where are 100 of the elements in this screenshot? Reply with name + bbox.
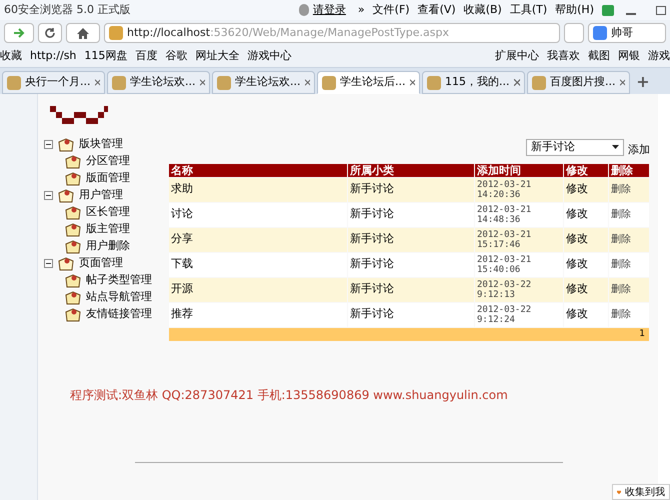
category-select[interactable]: 新手讨论: [526, 138, 624, 156]
refresh-icon: [44, 27, 56, 39]
menu-item[interactable]: 文件(F): [372, 2, 410, 18]
close-icon[interactable]: [514, 79, 520, 86]
bookmark-item[interactable]: 谷歌: [165, 48, 188, 65]
collapse-icon[interactable]: [44, 191, 53, 200]
tree-item[interactable]: 版面管理: [86, 170, 130, 187]
menu-item[interactable]: 帮助(H): [555, 2, 594, 18]
refresh-button[interactable]: [38, 23, 62, 43]
table-cell-text: 分享: [170, 231, 194, 248]
tree-item[interactable]: 用户删除: [86, 238, 130, 255]
tree-item[interactable]: 站点导航管理: [86, 289, 152, 306]
address-field[interactable]: http://localhost:53620/Web/Manage/ManagePostType.aspx: [104, 23, 560, 43]
browser-tab[interactable]: 学生论坛欢...: [212, 71, 315, 94]
bookmark-item[interactable]: http://sh: [30, 48, 76, 65]
delete-link[interactable]: 删除: [609, 228, 649, 252]
tab-icon: [7, 76, 21, 90]
search-field[interactable]: 帅哥: [588, 23, 666, 43]
tree-item[interactable]: 版块管理: [79, 136, 123, 153]
edit-link[interactable]: 修改: [564, 178, 608, 202]
table-cell-text: 讨论: [170, 206, 194, 222]
tree-item[interactable]: 版主管理: [86, 221, 130, 238]
forward-icon: [13, 28, 25, 38]
table-cell-text: 推荐: [170, 306, 194, 322]
table-cell-text: 新手讨论: [349, 181, 395, 198]
table-cell-text: 新手讨论: [349, 206, 395, 222]
menu-item[interactable]: 查看(V): [418, 2, 456, 18]
toolbar-item[interactable]: 游戏: [648, 48, 670, 65]
tab-icon: [112, 76, 126, 90]
column-header: 名称: [169, 164, 347, 176]
column-header: 添加时间: [475, 164, 563, 176]
footer-text: 程序测试:双鱼林 QQ:287307421 手机:13558690869 www.shuangyulin.com: [70, 387, 509, 404]
browser-tab[interactable]: 学生论坛欢...: [107, 71, 210, 94]
table-cell-text: 2012-03-21 15:17:46: [476, 228, 532, 252]
edit-link[interactable]: 修改: [564, 228, 608, 252]
dropdown-caret-icon: [612, 145, 619, 150]
pager-bar: 1: [169, 328, 649, 341]
toolbar-item[interactable]: 网银: [618, 48, 640, 65]
column-header: 删除: [609, 164, 649, 176]
browser-tab[interactable]: 百度图片搜...: [527, 71, 630, 94]
table-cell-text: 2012-03-22 9:12:24: [476, 304, 532, 326]
table-cell-text: 2012-03-22 9:12:13: [476, 278, 532, 302]
bookmark-item[interactable]: 收藏: [0, 48, 22, 65]
menu-item[interactable]: 收藏(B): [464, 2, 502, 18]
new-tab-button[interactable]: +: [632, 71, 654, 94]
tree-item[interactable]: 帖子类型管理: [86, 272, 152, 289]
tab-icon: [322, 76, 336, 90]
toolbar-item[interactable]: 我喜欢: [547, 48, 580, 65]
bookmark-item[interactable]: 游戏中心: [247, 48, 292, 65]
maximize-icon[interactable]: [656, 6, 666, 14]
edit-link[interactable]: 修改: [564, 202, 608, 226]
close-icon[interactable]: [94, 79, 100, 86]
search-engine-icon: [593, 26, 607, 40]
close-icon[interactable]: [200, 79, 205, 86]
toolbar-item[interactable]: 扩展中心: [495, 48, 539, 65]
collapse-icon[interactable]: [44, 259, 53, 268]
browser-tab[interactable]: 央行一个月...: [2, 71, 105, 94]
add-link[interactable]: 添加: [628, 142, 650, 158]
delete-link[interactable]: 删除: [609, 278, 649, 302]
edit-link[interactable]: 修改: [564, 278, 608, 302]
close-icon[interactable]: [620, 79, 625, 86]
edit-link[interactable]: 修改: [564, 252, 608, 276]
browser-tab[interactable]: 学生论坛后...: [317, 71, 420, 94]
bookmark-item[interactable]: 115网盘: [84, 48, 128, 65]
home-icon: [77, 28, 89, 38]
url-text: http://localhost:53620/Web/Manage/ManagePostType.aspx: [127, 24, 450, 41]
login-link[interactable]: 请登录: [312, 2, 346, 18]
table-cell-text: 新手讨论: [349, 231, 395, 248]
tab-icon: [427, 76, 441, 90]
tree-item[interactable]: 页面管理: [79, 255, 123, 272]
collect-button[interactable]: 收集到我: [612, 484, 670, 500]
edit-link[interactable]: 修改: [564, 302, 608, 326]
close-icon[interactable]: [410, 79, 415, 86]
home-button[interactable]: [66, 23, 100, 43]
menu-item[interactable]: 工具(T): [510, 2, 548, 18]
table-cell-text: 开源: [170, 281, 194, 298]
tree-item[interactable]: 用户管理: [79, 187, 123, 204]
heart-icon: [617, 488, 621, 496]
table-cell-text: 求助: [170, 181, 194, 198]
user-icon: [298, 4, 309, 16]
more-text: »: [358, 2, 365, 18]
table-cell-text: 新手讨论: [349, 281, 395, 298]
browser-tab[interactable]: 115，我的...: [422, 71, 525, 94]
delete-link[interactable]: 删除: [609, 302, 649, 326]
tree-item[interactable]: 区长管理: [86, 204, 130, 221]
bookmark-item[interactable]: 网址大全: [195, 48, 240, 65]
bookmark-item[interactable]: 百度: [135, 48, 158, 65]
table-cell-text: 新手讨论: [349, 256, 395, 272]
column-header: 修改: [564, 164, 608, 176]
tree-item[interactable]: 分区管理: [86, 153, 130, 170]
column-header: 所属小类: [348, 164, 474, 176]
site-icon: [109, 26, 123, 40]
toolbar-item[interactable]: 截图: [588, 48, 610, 65]
delete-link[interactable]: 删除: [609, 252, 649, 276]
table-cell-text: 新手讨论: [349, 306, 395, 322]
delete-link[interactable]: 删除: [609, 178, 649, 202]
tree-item[interactable]: 友情链接管理: [86, 306, 152, 323]
close-icon[interactable]: [304, 79, 310, 86]
collapse-icon[interactable]: [44, 140, 53, 149]
delete-link[interactable]: 删除: [609, 202, 649, 226]
